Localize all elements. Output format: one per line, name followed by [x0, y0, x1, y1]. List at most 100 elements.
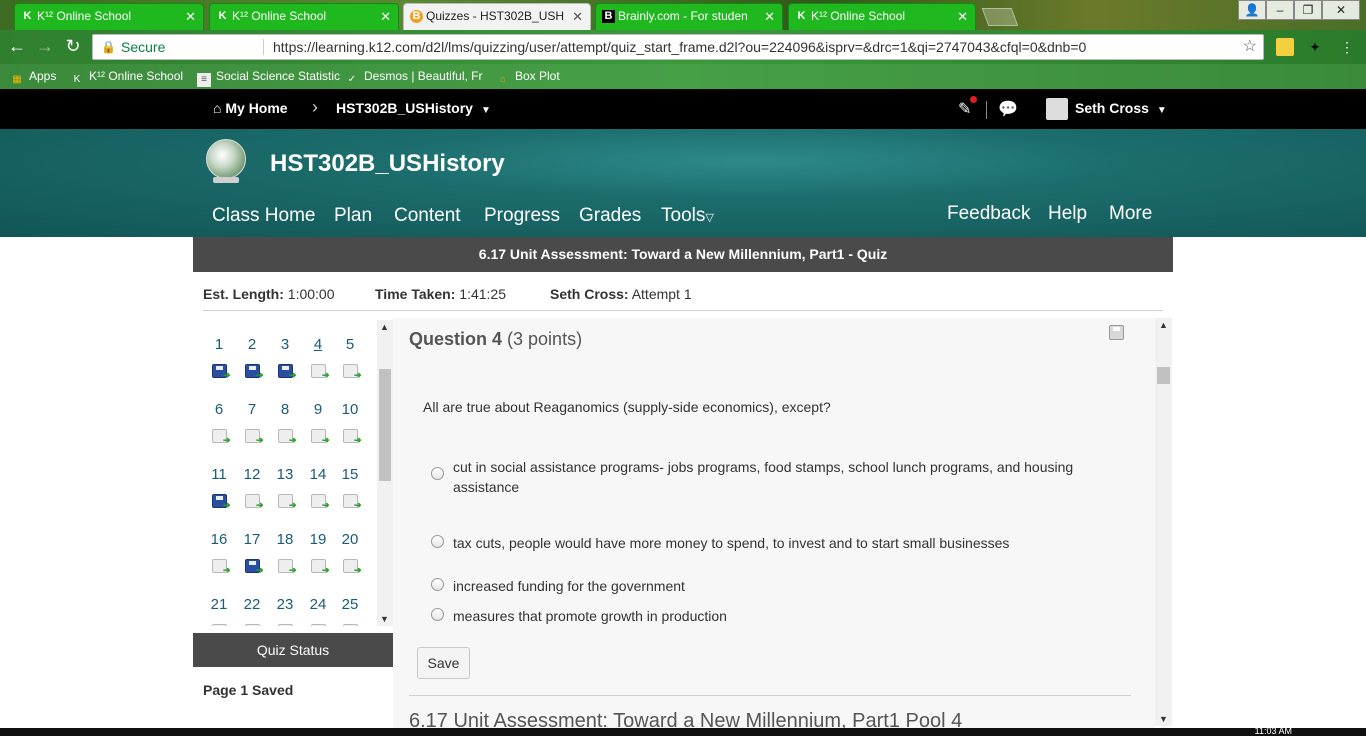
browser-tab-active[interactable]: B Quizzes - HST302B_USH ✕	[403, 3, 591, 30]
question-nav-number[interactable]: 7	[237, 401, 267, 419]
question-nav-number[interactable]: 25	[335, 596, 365, 614]
question-nav-number[interactable]: 10	[335, 401, 365, 419]
close-tab-icon[interactable]: ✕	[185, 4, 196, 29]
question-nav-item[interactable]: 8 ➔	[270, 401, 300, 448]
question-nav-number[interactable]: 2	[237, 336, 267, 354]
question-nav-number[interactable]: 15	[335, 466, 365, 484]
question-nav-item[interactable]: 10 ➔	[335, 401, 365, 448]
save-button[interactable]: Save	[417, 647, 470, 679]
question-nav-item[interactable]: 5 ➔	[335, 336, 365, 383]
forward-icon[interactable]: →	[34, 36, 56, 57]
question-nav-item[interactable]: 22 ➔	[237, 596, 267, 626]
question-nav-item[interactable]: 13 ➔	[270, 466, 300, 513]
question-nav-item[interactable]: 9 ➔	[303, 401, 333, 448]
url-text[interactable]: https://learning.k12.com/d2l/lms/quizzin…	[273, 35, 1086, 59]
question-scrollbar[interactable]: ▲ ▼	[1155, 318, 1172, 726]
bookmark-box-plot[interactable]: ⌂ Box Plot	[496, 68, 560, 87]
question-nav-item[interactable]: 19 ➔	[303, 531, 333, 578]
question-nav-item[interactable]: 18 ➔	[270, 531, 300, 578]
question-nav-item[interactable]: 6 ➔	[204, 401, 234, 448]
radio-button[interactable]	[431, 608, 444, 621]
scroll-thumb[interactable]	[1157, 367, 1170, 384]
course-selector[interactable]: HST302B_USHistory ▼	[336, 100, 491, 116]
question-nav-number[interactable]: 12	[237, 466, 267, 484]
my-home-link[interactable]: ⌂ My Home	[213, 100, 288, 116]
question-nav-item[interactable]: 11 ➔	[204, 466, 234, 513]
notes-extension-icon[interactable]	[1276, 38, 1294, 56]
question-nav-number[interactable]: 4	[303, 336, 333, 354]
close-tab-icon[interactable]: ✕	[764, 4, 775, 29]
navigator-scrollbar[interactable]: ▲ ▼	[377, 320, 393, 626]
question-nav-number[interactable]: 16	[204, 531, 234, 549]
close-tab-icon[interactable]: ✕	[957, 4, 968, 29]
reload-icon[interactable]: ↻	[62, 36, 84, 57]
scroll-up-icon[interactable]: ▲	[380, 322, 389, 332]
user-menu[interactable]: Seth Cross ▼	[1075, 100, 1167, 116]
question-nav-number[interactable]: 18	[270, 531, 300, 549]
question-nav-item[interactable]: 24 ➔	[303, 596, 333, 626]
scroll-thumb[interactable]	[379, 369, 391, 481]
question-nav-item[interactable]: 21 ➔	[204, 596, 234, 626]
question-nav-number[interactable]: 3	[270, 336, 300, 354]
nav-plan[interactable]: Plan	[334, 205, 372, 227]
question-nav-item[interactable]: 17 ➔	[237, 531, 267, 578]
question-nav-item[interactable]: 15 ➔	[335, 466, 365, 513]
nav-feedback[interactable]: Feedback	[947, 203, 1030, 225]
question-nav-item[interactable]: 25 ➔	[335, 596, 365, 626]
nav-progress[interactable]: Progress	[484, 205, 560, 227]
question-nav-number[interactable]: 1	[204, 336, 234, 354]
radio-button[interactable]	[431, 578, 444, 591]
question-nav-item[interactable]: 7 ➔	[237, 401, 267, 448]
question-nav-number[interactable]: 20	[335, 531, 365, 549]
new-tab-button[interactable]	[981, 8, 1019, 26]
scroll-up-icon[interactable]: ▲	[1159, 320, 1168, 330]
nav-class-home[interactable]: Class Home	[212, 205, 315, 227]
question-nav-number[interactable]: 24	[303, 596, 333, 614]
question-nav-item[interactable]: 20 ➔	[335, 531, 365, 578]
question-nav-item[interactable]: 16 ➔	[204, 531, 234, 578]
browser-tab[interactable]: K K¹² Online School ✕	[209, 3, 399, 30]
browser-tab[interactable]: B Brainly.com - For studen ✕	[595, 3, 783, 30]
question-nav-item[interactable]: 12 ➔	[237, 466, 267, 513]
question-nav-item[interactable]: 2 ➔	[237, 336, 267, 383]
back-icon[interactable]: ←	[6, 36, 28, 57]
question-nav-number[interactable]: 19	[303, 531, 333, 549]
question-nav-number[interactable]: 11	[204, 466, 234, 484]
menu-icon[interactable]: ⋮	[1338, 38, 1356, 56]
radio-button[interactable]	[431, 467, 444, 480]
updates-icon[interactable]: ✎	[958, 96, 977, 119]
minimize-icon[interactable]: –	[1266, 0, 1294, 20]
bookmark-desmos[interactable]: ✓ Desmos | Beautiful, Fr	[345, 68, 483, 87]
bookmark-apps[interactable]: ▦ Apps	[10, 68, 56, 87]
question-nav-item[interactable]: 1 ➔	[204, 336, 234, 383]
question-nav-item[interactable]: 3 ➔	[270, 336, 300, 383]
browser-tab[interactable]: K K¹² Online School ✕	[788, 3, 976, 30]
question-nav-number[interactable]: 5	[335, 336, 365, 354]
nav-help[interactable]: Help	[1048, 203, 1087, 225]
question-nav-number[interactable]: 21	[204, 596, 234, 614]
restore-icon[interactable]: ❐	[1294, 0, 1322, 20]
nav-tools[interactable]: Tools▽	[661, 205, 714, 227]
nav-grades[interactable]: Grades	[579, 205, 641, 227]
question-nav-item[interactable]: 23 ➔	[270, 596, 300, 626]
close-tab-icon[interactable]: ✕	[380, 4, 391, 29]
question-nav-number[interactable]: 6	[204, 401, 234, 419]
address-bar[interactable]: 🔒 Secure https://learning.k12.com/d2l/lm…	[92, 34, 1264, 60]
question-nav-number[interactable]: 17	[237, 531, 267, 549]
radio-button[interactable]	[431, 535, 444, 548]
browser-tab[interactable]: K K¹² Online School ✕	[14, 3, 204, 30]
messages-icon[interactable]: 💬	[998, 99, 1018, 119]
bookmark-social-science[interactable]: ≡ Social Science Statistic	[197, 68, 340, 87]
scroll-down-icon[interactable]: ▼	[380, 614, 389, 624]
extension-icon[interactable]: ✦	[1306, 38, 1324, 56]
quiz-status-button[interactable]: Quiz Status	[193, 633, 393, 667]
profile-icon[interactable]: 👤	[1238, 0, 1266, 20]
close-window-icon[interactable]: ✕	[1322, 0, 1360, 20]
close-tab-icon[interactable]: ✕	[572, 4, 583, 29]
question-nav-number[interactable]: 9	[303, 401, 333, 419]
scroll-down-icon[interactable]: ▼	[1159, 714, 1168, 724]
question-nav-item[interactable]: 14 ➔	[303, 466, 333, 513]
nav-more[interactable]: More	[1109, 203, 1152, 225]
question-nav-number[interactable]: 22	[237, 596, 267, 614]
nav-content[interactable]: Content	[394, 205, 461, 227]
